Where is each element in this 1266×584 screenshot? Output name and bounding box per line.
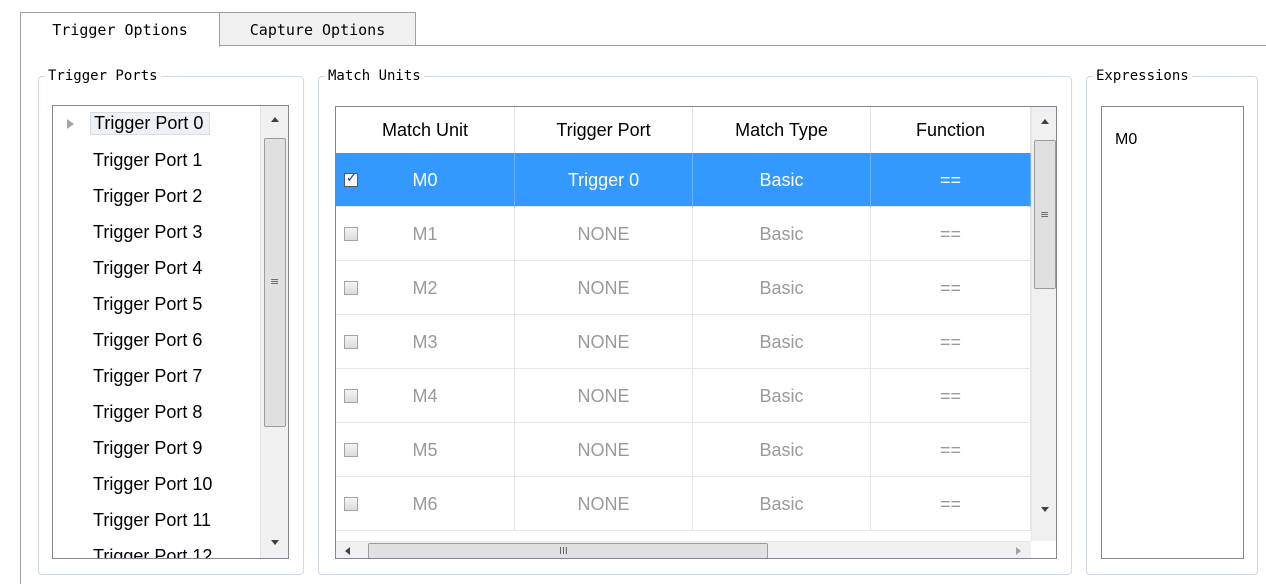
match-units-vscrollbar[interactable]: ≡ xyxy=(1031,107,1056,541)
trigger-port-item[interactable]: Trigger Port 5 xyxy=(93,294,202,315)
enable-checkbox[interactable]: ✓ xyxy=(344,171,358,187)
cell-type: Basic xyxy=(693,315,871,369)
cell-port: NONE xyxy=(515,261,693,315)
grip-icon: ≡ xyxy=(1040,208,1050,221)
trigger-port-item[interactable]: Trigger Port 11 xyxy=(93,510,211,531)
cell-function: == xyxy=(871,315,1031,369)
cell-type: Basic xyxy=(693,153,871,207)
column-header-trigger-port[interactable]: Trigger Port xyxy=(515,107,693,153)
cell-unit: M2 xyxy=(336,261,515,315)
scroll-up-icon[interactable] xyxy=(271,117,279,122)
scroll-thumb[interactable]: ≡ xyxy=(264,138,286,427)
trigger-ports-title: Trigger Ports xyxy=(45,68,161,84)
scroll-left-icon[interactable] xyxy=(345,547,350,555)
enable-checkbox[interactable] xyxy=(344,497,358,511)
enable-checkbox[interactable] xyxy=(344,335,358,349)
cell-function: == xyxy=(871,423,1031,477)
cell-unit: M6 xyxy=(336,477,515,531)
cell-function: == xyxy=(871,207,1031,261)
cell-type: Basic xyxy=(693,207,871,261)
cell-function: == xyxy=(871,261,1031,315)
cell-port: NONE xyxy=(515,423,693,477)
cell-port: NONE xyxy=(515,369,693,423)
trigger-ports-scrollbar[interactable]: ≡ xyxy=(260,106,288,558)
scroll-up-icon[interactable] xyxy=(1041,119,1049,124)
grip-icon: ≡ xyxy=(270,275,280,288)
trigger-port-item[interactable]: Trigger Port 6 xyxy=(93,330,202,351)
cell-function: == xyxy=(871,369,1031,423)
table-row[interactable]: M4 NONE Basic == xyxy=(336,369,1031,423)
column-header-function[interactable]: Function xyxy=(871,107,1031,153)
cell-unit: M4 xyxy=(336,369,515,423)
trigger-port-item[interactable]: Trigger Port 1 xyxy=(93,150,202,171)
cell-unit: M3 xyxy=(336,315,515,369)
expressions-title: Expressions xyxy=(1093,68,1192,84)
scroll-thumb[interactable]: ≡ xyxy=(1034,140,1056,289)
enable-checkbox[interactable] xyxy=(344,281,358,295)
trigger-port-item[interactable]: Trigger Port 10 xyxy=(93,474,212,495)
enable-checkbox[interactable] xyxy=(344,443,358,457)
tab-label: Capture Options xyxy=(249,21,386,39)
cell-type: Basic xyxy=(693,423,871,477)
cell-unit: M5 xyxy=(336,423,515,477)
trigger-port-item[interactable]: Trigger Port 2 xyxy=(93,186,202,207)
trigger-port-item[interactable]: Trigger Port 3 xyxy=(93,222,202,243)
cell-port: Trigger 0 xyxy=(515,153,693,207)
cell-unit: M1 xyxy=(336,207,515,261)
expand-arrow-icon[interactable] xyxy=(67,119,74,129)
enable-checkbox[interactable] xyxy=(344,227,358,241)
scroll-thumb[interactable]: III xyxy=(368,543,768,558)
scroll-down-icon[interactable] xyxy=(1041,507,1049,512)
cell-port: NONE xyxy=(515,207,693,261)
table-row[interactable]: M5 NONE Basic == xyxy=(336,423,1031,477)
table-row[interactable]: M2 NONE Basic == xyxy=(336,261,1031,315)
table-row[interactable]: M6 NONE Basic == xyxy=(336,477,1031,531)
expressions-input[interactable]: M0 xyxy=(1101,106,1244,559)
table-row[interactable]: M1 NONE Basic == xyxy=(336,207,1031,261)
table-row[interactable]: M0 Trigger 0 Basic == ✓ xyxy=(336,153,1031,207)
trigger-port-item[interactable]: Trigger Port 7 xyxy=(93,366,202,387)
cell-type: Basic xyxy=(693,477,871,531)
grip-icon: III xyxy=(559,546,568,557)
cell-type: Basic xyxy=(693,369,871,423)
cell-function: == xyxy=(871,477,1031,531)
cell-port: NONE xyxy=(515,315,693,369)
cell-type: Basic xyxy=(693,261,871,315)
column-header-match-type[interactable]: Match Type xyxy=(693,107,871,153)
trigger-port-item[interactable]: Trigger Port 4 xyxy=(93,258,202,279)
cell-unit: M0 xyxy=(336,153,515,207)
table-row[interactable]: M3 NONE Basic == xyxy=(336,315,1031,369)
cell-function: == xyxy=(871,153,1031,207)
check-icon: ✓ xyxy=(346,171,357,186)
expression-value: M0 xyxy=(1115,131,1138,148)
tab-bar: Trigger Options Capture Options xyxy=(0,0,1266,47)
scroll-down-icon[interactable] xyxy=(271,540,279,545)
match-units-hscrollbar[interactable]: III xyxy=(336,541,1031,558)
match-units-table: Match Unit Trigger Port Match Type Funct… xyxy=(335,106,1057,559)
tab-label: Trigger Options xyxy=(52,21,188,39)
column-header-match-unit[interactable]: Match Unit xyxy=(336,107,515,153)
tab-capture-options[interactable]: Capture Options xyxy=(219,12,416,46)
enable-checkbox[interactable] xyxy=(344,389,358,403)
trigger-port-item[interactable]: Trigger Port 12 xyxy=(93,546,212,558)
page-border xyxy=(20,45,21,584)
trigger-port-item[interactable]: Trigger Port 8 xyxy=(93,402,202,423)
trigger-ports-list[interactable]: Trigger Port 0 Trigger Port 1 Trigger Port… xyxy=(52,105,289,559)
trigger-port-item[interactable]: Trigger Port 9 xyxy=(93,438,202,459)
cell-port: NONE xyxy=(515,477,693,531)
trigger-port-item[interactable]: Trigger Port 0 xyxy=(90,112,211,135)
match-units-title: Match Units xyxy=(325,68,424,84)
tab-trigger-options[interactable]: Trigger Options xyxy=(20,12,220,47)
scroll-right-icon[interactable] xyxy=(1016,547,1021,555)
